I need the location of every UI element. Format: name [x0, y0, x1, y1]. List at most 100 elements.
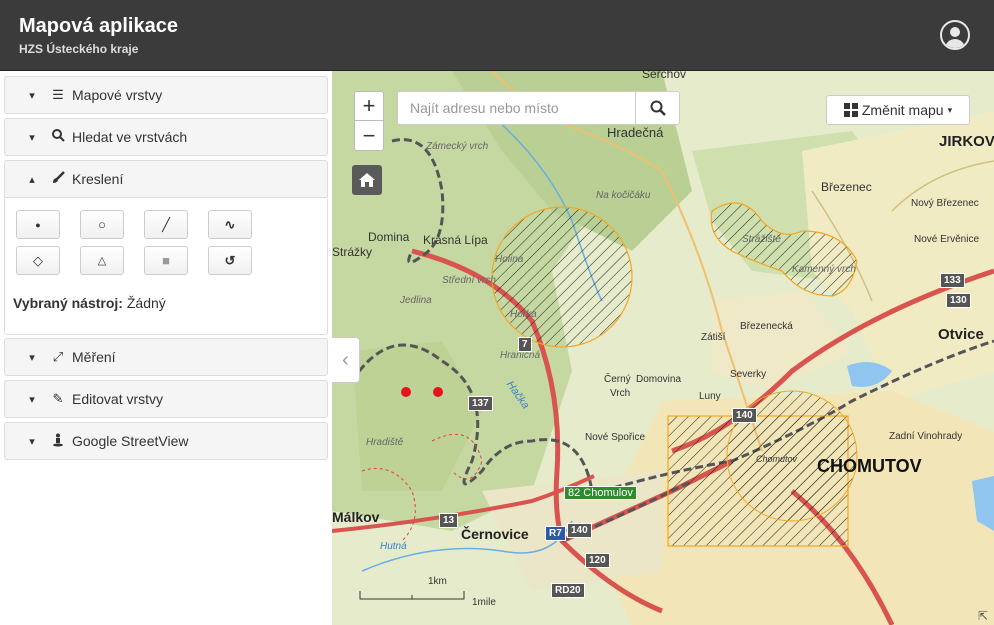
chevron-down-icon: ▾: [29, 435, 35, 448]
search-icon: [49, 129, 67, 145]
map-label: Hradiště: [366, 437, 404, 448]
chevron-down-icon: ▾: [29, 131, 35, 144]
user-avatar-icon[interactable]: [940, 20, 970, 50]
map-label: Luny: [699, 391, 721, 402]
freehand-polygon-tool-button[interactable]: △: [80, 246, 124, 275]
map-base-layer: [332, 71, 994, 625]
change-map-label: Změnit mapu: [861, 102, 944, 118]
selected-tool-label: Vybraný nástroj:: [13, 295, 123, 311]
map-label: Strážky: [332, 245, 373, 259]
map-label: Jedlina: [400, 295, 432, 306]
map-label: Zadní Vinohrady: [889, 431, 963, 442]
chevron-left-icon: ‹: [342, 348, 349, 371]
polygon-icon: ◇: [33, 252, 43, 268]
map-label: Nové Spořice: [585, 432, 646, 443]
panel-label: Měření: [72, 349, 116, 365]
selected-tool-value: Žádný: [126, 295, 166, 311]
address-search: [397, 91, 680, 125]
change-map-button[interactable]: Změnit mapu ▾: [826, 95, 970, 125]
map-label: Březenecká: [740, 321, 793, 332]
road-shield: 7: [518, 337, 532, 352]
freehand-tool-button[interactable]: ∿: [208, 210, 252, 239]
home-button[interactable]: [352, 165, 382, 195]
map-label: JIRKOV: [939, 133, 994, 150]
map-label: Domina: [368, 230, 410, 244]
brush-icon: [49, 171, 67, 187]
panel-map-layers[interactable]: ▾ ☰ Mapové vrstvy: [4, 76, 328, 114]
street-view-icon: [49, 433, 67, 450]
map-label: Holina: [495, 254, 524, 265]
map-label: Domovina: [636, 374, 682, 385]
chevron-down-icon: ▾: [29, 351, 35, 364]
list-icon: ☰: [52, 87, 64, 102]
panel-streetview[interactable]: ▾ Google StreetView: [4, 422, 328, 460]
map-label: Březenec: [821, 180, 872, 194]
resize-corner-icon[interactable]: ⇱: [978, 609, 988, 623]
line-tool-button[interactable]: ╱: [144, 210, 188, 239]
rectangle-icon: ■: [162, 253, 170, 268]
chevron-down-icon: ▾: [29, 393, 35, 406]
road-shield: 13: [439, 513, 459, 528]
rectangle-tool-button[interactable]: ■: [144, 246, 188, 275]
scale-km-label: 1km: [428, 576, 447, 587]
panel-search-layers[interactable]: ▾ Hledat ve vrstvách: [4, 118, 328, 156]
map-label: Vrch: [610, 388, 631, 399]
road-shield: 140: [567, 523, 592, 538]
map-label: Strážiště: [742, 234, 781, 245]
home-icon: [359, 173, 375, 187]
map-label: CHOMUTOV: [817, 456, 922, 476]
map-canvas[interactable]: Serchov Hradečná JIRKOV Zámecký vrch Na …: [332, 71, 994, 625]
caret-down-icon: ▾: [947, 104, 953, 115]
freehand-icon: ∿: [224, 216, 236, 232]
road-shield: R7: [545, 526, 566, 541]
panel-label: Hledat ve vrstvách: [72, 129, 188, 145]
map-label: Serchov: [642, 71, 687, 81]
panel-drawing[interactable]: ▴ Kreslení: [4, 160, 328, 198]
sidebar-collapse-button[interactable]: ‹: [332, 337, 360, 383]
map-label: Hradečná: [607, 125, 664, 140]
line-icon: ╱: [162, 216, 170, 232]
map-label: Hutná: [380, 541, 407, 552]
point-tool-button[interactable]: ●: [16, 210, 60, 239]
chevron-down-icon: ▾: [29, 89, 35, 102]
sidebar: ▾ ☰ Mapové vrstvy ▾ Hledat ve vrstvách ▴…: [0, 71, 332, 625]
map-label: Chomutov: [756, 454, 798, 464]
scale-mile-label: 1mile: [472, 597, 496, 608]
app-title: Mapová aplikace: [19, 15, 178, 37]
map-label: Kamenný vrch: [792, 264, 856, 275]
panel-label: Kreslení: [72, 171, 124, 187]
road-shield: 130: [946, 293, 971, 308]
map-label: Krásná Lípa: [423, 233, 488, 247]
app-subtitle: HZS Ústeckého kraje: [19, 42, 139, 56]
panel-label: Editovat vrstvy: [72, 391, 164, 407]
grid-icon: [843, 103, 858, 117]
freehand-polygon-icon: △: [97, 255, 107, 267]
road-shield: 120: [585, 553, 610, 568]
map-label: Nové Ervěnice: [914, 234, 980, 245]
drawing-panel-body: ● ○ ╱ ∿ ◇ △ ■ ↺ Vybraný nástroj: Žádný: [4, 199, 328, 335]
map-label: Zátiší: [701, 332, 726, 343]
undo-tool-button[interactable]: ↺: [208, 246, 252, 275]
road-shield: 140: [732, 408, 757, 423]
map-label: Nový Březenec: [911, 198, 979, 209]
map-label: Horka: [510, 309, 537, 320]
zoom-in-button[interactable]: +: [354, 91, 384, 121]
polygon-tool-button[interactable]: ◇: [16, 246, 60, 275]
search-icon: [650, 100, 666, 116]
point-icon: ●: [35, 219, 41, 230]
panel-label: Google StreetView: [72, 433, 189, 449]
circle-tool-button[interactable]: ○: [80, 210, 124, 239]
panel-edit-layers[interactable]: ▾ ✎ Editovat vrstvy: [4, 380, 328, 418]
map-label: Zámecký vrch: [426, 141, 489, 152]
search-button[interactable]: [635, 92, 679, 124]
address-search-input[interactable]: [398, 92, 635, 124]
road-shield: 137: [468, 396, 493, 411]
app-header: Mapová aplikace HZS Ústeckého kraje: [0, 0, 994, 71]
map-label: Na kočičáku: [596, 190, 651, 201]
zoom-out-button[interactable]: −: [354, 121, 384, 151]
pencil-icon: ✎: [52, 391, 64, 406]
panel-label: Mapové vrstvy: [72, 87, 163, 103]
map-label: Severky: [730, 369, 767, 380]
panel-measurement[interactable]: ▾ ⤢ Měření: [4, 338, 328, 376]
map-label: Střední vrch: [442, 275, 496, 286]
